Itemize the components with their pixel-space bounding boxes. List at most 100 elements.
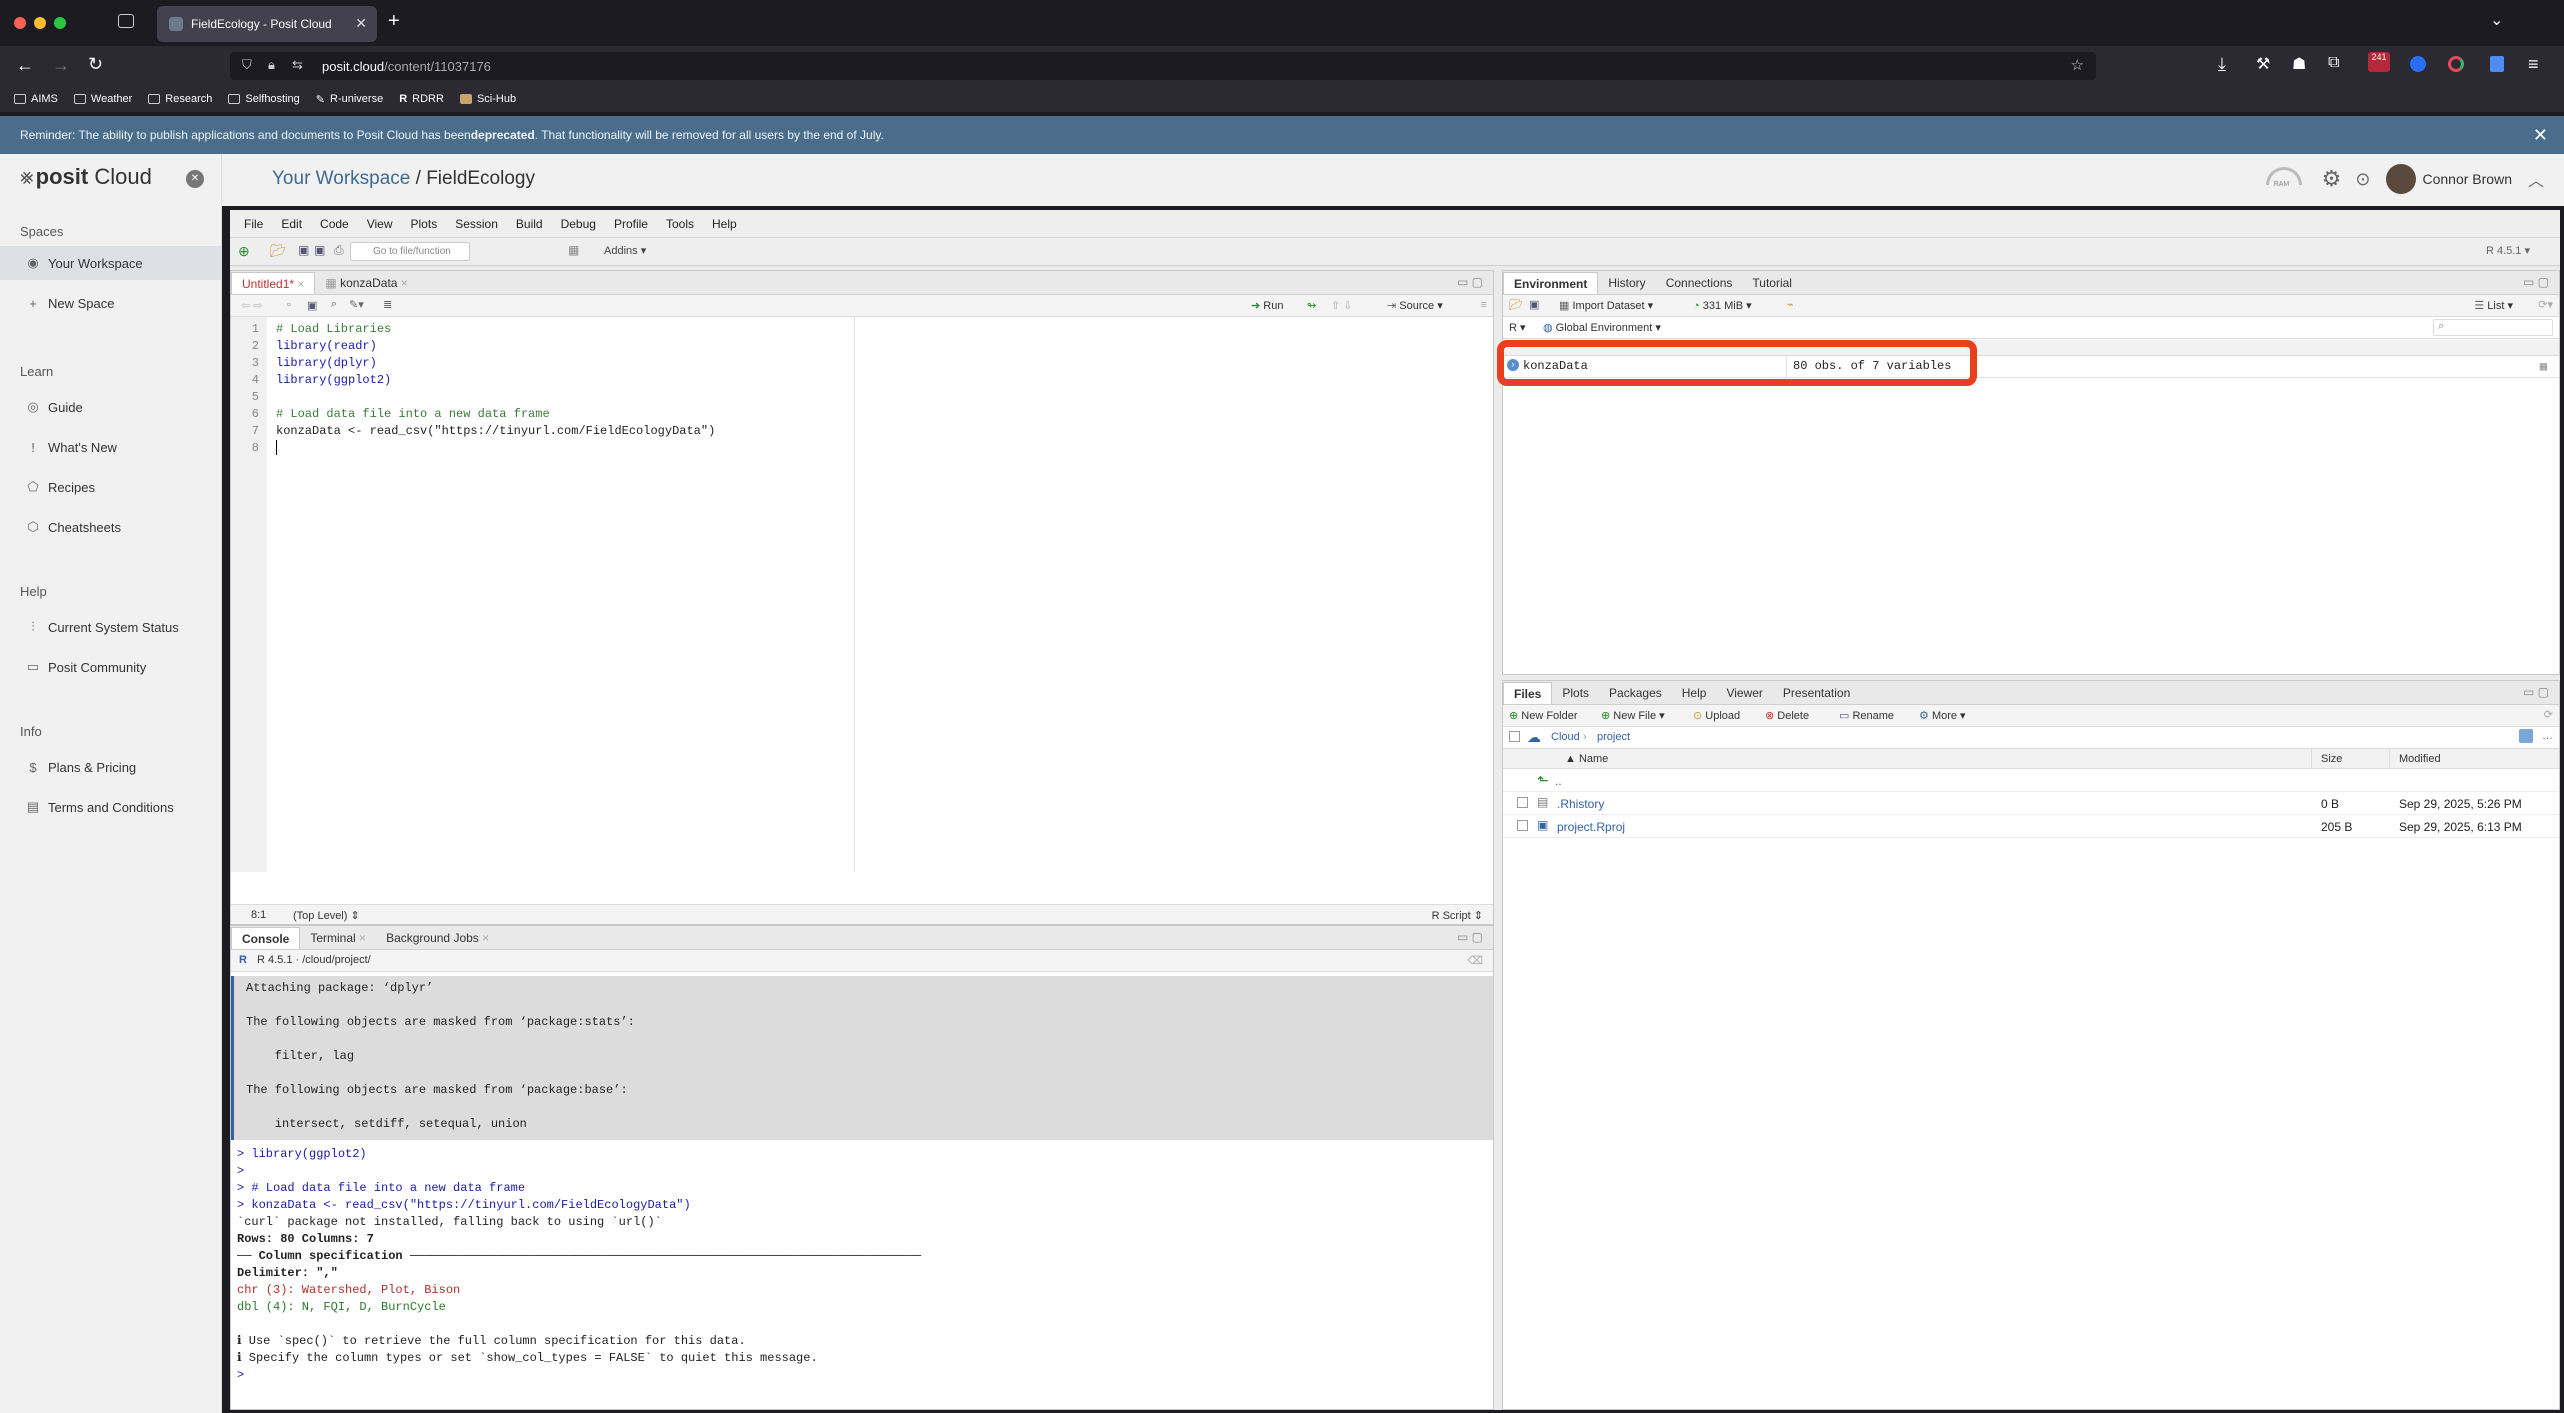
tab-environment[interactable]: Environment <box>1503 272 1599 294</box>
breadcrumb-workspace[interactable]: Your Workspace <box>272 168 410 189</box>
sidebar-item-guide[interactable]: ◎ Guide <box>0 390 222 424</box>
menu-icon[interactable]: ≡ <box>2528 54 2539 75</box>
chevron-up-icon[interactable]: ︿ <box>2528 167 2544 191</box>
bookmark-selfhosting[interactable]: Selfhosting <box>228 93 300 105</box>
lock-icon[interactable]: 🔒︎ <box>268 57 275 73</box>
tab-history[interactable]: History <box>1598 272 1655 294</box>
tab-tutorial[interactable]: Tutorial <box>1742 272 1802 294</box>
code-editor[interactable]: 1 2 3 4 5 6 7 8 # Load Libraries library… <box>231 317 1493 872</box>
menu-debug[interactable]: Debug <box>561 217 596 231</box>
tab-background-jobs[interactable]: Background Jobs × <box>376 927 499 949</box>
refresh-files-icon[interactable]: ⟳ <box>2544 708 2553 721</box>
bookmark-star-icon[interactable]: ☆ <box>2071 56 2084 74</box>
reload-icon[interactable]: ↻ <box>88 54 103 75</box>
tab-help[interactable]: Help <box>1672 682 1717 704</box>
memory-usage-button[interactable]: ◔ 331 MiB ▾ <box>1693 299 1752 312</box>
sort-name-header[interactable]: ▲ Name <box>1565 753 1608 765</box>
project-icon[interactable] <box>2519 729 2533 743</box>
maximize-pane-icon[interactable]: ▭ ▢ <box>2523 685 2549 699</box>
forward-icon[interactable]: → <box>52 55 70 76</box>
permissions-icon[interactable]: ⇆ <box>292 57 303 73</box>
sidebar-item-new-space[interactable]: + New Space <box>0 286 222 320</box>
menu-build[interactable]: Build <box>516 217 543 231</box>
menu-code[interactable]: Code <box>320 217 349 231</box>
settings-gear-icon[interactable]: ⚙ <box>2322 166 2342 192</box>
sidebar-item-terms[interactable]: ▤ Terms and Conditions <box>0 790 222 824</box>
close-tab-icon[interactable]: × <box>401 276 408 290</box>
sidebar-item-your-workspace[interactable]: ◉ Your Workspace <box>0 246 222 280</box>
file-type-menu[interactable]: R Script ⇕ <box>1432 909 1483 922</box>
close-banner-icon[interactable]: ✕ <box>2533 125 2548 146</box>
clear-console-icon[interactable]: ⌫ <box>1467 954 1483 967</box>
code-tools-icon[interactable]: ✎▾ <box>349 298 364 311</box>
tab-files[interactable]: Files <box>1503 682 1553 704</box>
browser-tab[interactable]: FieldEcology - Posit Cloud ✕ <box>157 6 377 42</box>
bookmark-sci-hub[interactable]: Sci-Hub <box>459 93 516 105</box>
close-window-button[interactable] <box>14 17 26 29</box>
sidebar-item-cheatsheets[interactable]: ⬡ Cheatsheets <box>0 510 222 544</box>
close-tab-icon[interactable]: × <box>359 931 366 945</box>
outline-toggle-icon[interactable]: ≡ <box>1481 299 1487 311</box>
sidebar-item-community[interactable]: ▭ Posit Community <box>0 650 222 684</box>
tab-console[interactable]: Console <box>231 927 301 949</box>
load-workspace-icon[interactable]: 📂︎ <box>1509 298 1523 311</box>
console-output[interactable]: Attaching package: ‘dplyr’ The following… <box>231 972 1493 1409</box>
extension-icon[interactable]: ☗ <box>2292 54 2306 74</box>
reader-extension-icon[interactable] <box>2490 56 2504 72</box>
maximize-pane-icon[interactable]: ▭ ▢ <box>1457 930 1483 944</box>
document-outline-icon[interactable]: ≣ <box>383 298 392 311</box>
refresh-icon[interactable]: ⟳▾ <box>2538 298 2553 311</box>
new-tab-button[interactable]: + <box>388 10 400 33</box>
rerun-icon[interactable]: ↬ <box>1307 299 1316 312</box>
import-dataset-button[interactable]: ▦ Import Dataset ▾ <box>1559 299 1653 312</box>
close-tab-icon[interactable]: ✕ <box>355 15 367 32</box>
show-in-window-icon[interactable]: ▫ <box>287 299 291 311</box>
addins-menu[interactable]: Addins ▾ <box>604 244 646 257</box>
tab-viewer[interactable]: Viewer <box>1716 682 1772 704</box>
file-name[interactable]: .. <box>1555 774 1562 788</box>
breadcrumb-project[interactable]: FieldEcology <box>426 168 535 189</box>
file-name[interactable]: project.Rproj <box>1557 820 1625 834</box>
find-replace-icon[interactable]: ⌕ <box>331 298 337 311</box>
close-tab-icon[interactable]: × <box>297 277 304 291</box>
upload-button[interactable]: ⊙ Upload <box>1693 709 1740 722</box>
bookmark-rdrr[interactable]: R RDRR <box>399 93 444 105</box>
file-name[interactable]: .Rhistory <box>1557 797 1604 811</box>
delete-button[interactable]: ⊗ Delete <box>1765 709 1809 722</box>
menu-profile[interactable]: Profile <box>614 217 648 231</box>
new-folder-button[interactable]: ⊕ New Folder <box>1509 709 1578 722</box>
menu-edit[interactable]: Edit <box>281 217 302 231</box>
r-version-menu[interactable]: R 4.5.1 ▾ <box>2486 244 2530 257</box>
minimize-window-button[interactable] <box>34 17 46 29</box>
print-icon[interactable]: ⎙ <box>334 243 344 258</box>
table-row[interactable]: ▣ project.Rproj 205 B Sep 29, 2025, 6:13… <box>1503 815 2559 838</box>
back-icon[interactable]: ← <box>16 55 34 76</box>
more-button[interactable]: ⚙ More ▾ <box>1919 709 1966 722</box>
crumb-project[interactable]: project <box>1597 731 1630 743</box>
downloads-icon[interactable]: ⤓ <box>2218 54 2226 75</box>
menu-file[interactable]: File <box>244 217 263 231</box>
select-all-checkbox[interactable] <box>1509 731 1520 742</box>
sort-size-header[interactable]: Size <box>2321 753 2342 765</box>
posit-cloud-logo[interactable]: ⨳ posit Cloud <box>20 164 152 190</box>
tab-terminal[interactable]: Terminal × <box>300 927 376 949</box>
password-manager-icon[interactable] <box>2410 56 2426 72</box>
sidebar-item-recipes[interactable]: ⬠ Recipes <box>0 470 222 504</box>
tab-untitled1[interactable]: Untitled1* × <box>231 272 316 294</box>
tab-groups-icon[interactable] <box>118 14 134 28</box>
row-checkbox[interactable] <box>1517 797 1528 808</box>
sidebar-item-system-status[interactable]: ⫶ Current System Status <box>0 610 222 644</box>
collapse-sidebar-icon[interactable]: ✕ <box>186 170 204 188</box>
user-name[interactable]: Connor Brown <box>2422 171 2512 187</box>
bookmark-aims[interactable]: AIMS <box>14 93 58 105</box>
workspace-panes-icon[interactable]: ▦ <box>568 243 579 257</box>
rename-button[interactable]: ▭ Rename <box>1839 709 1894 722</box>
scope-menu[interactable]: ◍ Global Environment ▾ <box>1543 321 1661 334</box>
editor-save-icon[interactable]: ▣ <box>307 299 317 312</box>
tools-icon[interactable]: ⚒ <box>2256 54 2270 74</box>
scope-menu[interactable]: (Top Level) ⇕ <box>293 909 360 922</box>
sidebar-item-whats-new[interactable]: ! What's New <box>0 430 222 464</box>
save-workspace-icon[interactable]: ▣ <box>1529 298 1539 311</box>
environment-search-input[interactable]: ⌕ <box>2433 319 2553 336</box>
tab-packages[interactable]: Packages <box>1599 682 1672 704</box>
